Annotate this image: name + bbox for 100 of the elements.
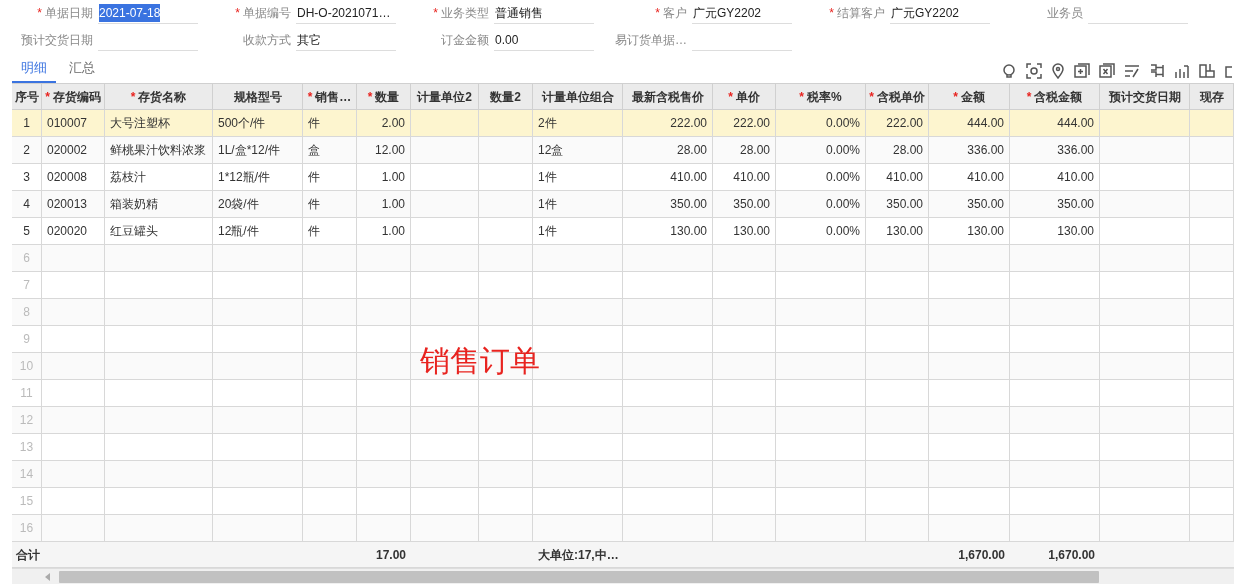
table-cell: 350.00 [623, 191, 713, 217]
table-cell: 020002 [42, 137, 105, 163]
table-cell: 3 [12, 164, 42, 190]
total-cell-text: 17.00 [374, 546, 407, 564]
table-cell: 28.00 [713, 137, 776, 163]
add-icon[interactable] [1074, 63, 1090, 79]
input-field[interactable]: 0.00 [494, 29, 594, 51]
table-cell: 件 [303, 164, 357, 190]
row-number: 9 [12, 326, 42, 352]
table-cell: 0.00% [776, 164, 866, 190]
table-cell: 1.00 [357, 218, 411, 244]
lines-icon[interactable] [1124, 63, 1140, 79]
column-header[interactable]: * 存货名称 [105, 84, 213, 109]
table-cell: 130.00 [623, 218, 713, 244]
totals-label: 合计 [15, 546, 41, 564]
table-cell: 28.00 [866, 137, 929, 163]
table-cell: 件 [303, 218, 357, 244]
scrollbar-thumb[interactable] [59, 570, 1099, 583]
table-cell: 336.00 [1010, 137, 1100, 163]
table-cell: 箱装奶精 [105, 191, 213, 217]
table-cell: 350.00 [713, 191, 776, 217]
lightbulb-icon[interactable] [1001, 63, 1017, 79]
annotation-label: 销售订单 [420, 346, 540, 376]
split-icon[interactable] [1149, 63, 1165, 79]
column-header[interactable]: * 税率% [776, 84, 866, 109]
column-header[interactable]: * 金额 [929, 84, 1010, 109]
column-header[interactable]: 规格型号 [213, 84, 303, 109]
table-cell: 4 [12, 191, 42, 217]
table-cell: 410.00 [866, 164, 929, 190]
table-cell: 130.00 [713, 218, 776, 244]
field-label: 收款方式 [242, 32, 292, 49]
row-number: 14 [12, 461, 42, 487]
column-header[interactable]: 计量单位组合 [533, 84, 623, 109]
location-pin-icon[interactable] [1051, 63, 1065, 79]
column-header[interactable]: * 存货编码 [42, 84, 105, 109]
table-cell: 件 [303, 191, 357, 217]
field-label: * 单据日期 [36, 5, 94, 22]
table-cell: 2 [12, 137, 42, 163]
input-field[interactable]: 广元GY2202 [890, 2, 990, 24]
column-header[interactable]: 现存 [1190, 84, 1234, 109]
table-cell: 28.00 [623, 137, 713, 163]
column-header[interactable]: * 单价 [713, 84, 776, 109]
table-cell: 红豆罐头 [105, 218, 213, 244]
field-label: 预计交货日期 [20, 32, 94, 49]
table-cell: 500个/件 [213, 110, 303, 136]
table-cell: 410.00 [1010, 164, 1100, 190]
input-field[interactable]: 广元GY2202 [692, 2, 792, 24]
row-number: 16 [12, 515, 42, 541]
table-cell: 130.00 [929, 218, 1010, 244]
table-cell: 0.00% [776, 218, 866, 244]
table-cell: 12盒 [533, 137, 623, 163]
column-header[interactable]: 预计交货日期 [1100, 84, 1190, 109]
delete-icon[interactable] [1099, 63, 1115, 79]
column-header[interactable]: * 含税单价 [866, 84, 929, 109]
field-label: * 业务类型 [432, 5, 490, 22]
grid-icon[interactable] [1199, 63, 1215, 79]
table-cell: 350.00 [1010, 191, 1100, 217]
table-cell: 130.00 [866, 218, 929, 244]
table-cell: 350.00 [929, 191, 1010, 217]
table-cell: 410.00 [713, 164, 776, 190]
column-header[interactable]: * 数量 [357, 84, 411, 109]
table-cell: 010007 [42, 110, 105, 136]
table-cell: 12瓶/件 [213, 218, 303, 244]
input-field[interactable]: 其它 [296, 29, 396, 51]
column-header[interactable]: * 销售… [303, 84, 357, 109]
column-header[interactable]: 计量单位2 [411, 84, 479, 109]
column-header[interactable]: 数量2 [479, 84, 533, 109]
table-cell: 大号注塑杯 [105, 110, 213, 136]
table-cell: 336.00 [929, 137, 1010, 163]
row-number: 11 [12, 380, 42, 406]
row-number: 8 [12, 299, 42, 325]
table-cell: 0.00% [776, 137, 866, 163]
table-cell: 410.00 [623, 164, 713, 190]
column-header[interactable]: * 含税金额 [1010, 84, 1100, 109]
table-cell: 444.00 [1010, 110, 1100, 136]
table-cell: 222.00 [866, 110, 929, 136]
table-cell: 0.00% [776, 110, 866, 136]
scan-icon[interactable] [1026, 63, 1042, 79]
field-label: 业务员 [1046, 5, 1084, 22]
column-header[interactable]: 最新含税售价 [623, 84, 713, 109]
bar-chart-icon[interactable] [1174, 63, 1190, 79]
table-cell: 荔枝汁 [105, 164, 213, 190]
table-cell: 0.00% [776, 191, 866, 217]
table-cell: 444.00 [929, 110, 1010, 136]
input-field[interactable]: DH-O-2021071… [296, 2, 396, 24]
field-label: * 客户 [654, 5, 688, 22]
table-cell: 1.00 [357, 164, 411, 190]
table-cell: 1*12瓶/件 [213, 164, 303, 190]
input-field[interactable]: 普通销售 [494, 2, 594, 24]
table-cell: 1.00 [357, 191, 411, 217]
total-cell-text: 1,670.00 [957, 546, 1006, 564]
table-cell: 盒 [303, 137, 357, 163]
table-cell: 20袋/件 [213, 191, 303, 217]
table-cell: 12.00 [357, 137, 411, 163]
column-header[interactable]: 序号 [12, 84, 42, 109]
table-cell: 020013 [42, 191, 105, 217]
field-label: * 结算客户 [828, 5, 886, 22]
table-cell: 2.00 [357, 110, 411, 136]
field-label: 易订货单据… [614, 32, 688, 49]
tab[interactable]: 汇总 [60, 57, 104, 83]
